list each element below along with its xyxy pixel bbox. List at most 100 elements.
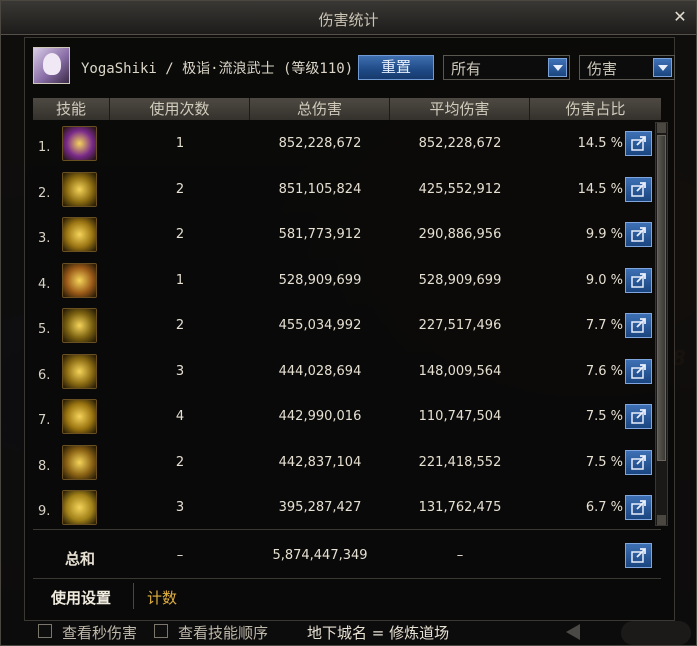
row-uses: 4 xyxy=(175,409,185,424)
scroll-up-icon[interactable] xyxy=(657,123,666,133)
table-row[interactable]: 4. 1 528,909,699 528,909,699 9.0 % xyxy=(33,259,653,305)
row-uses: 2 xyxy=(175,318,185,333)
row-rank: 2. xyxy=(38,185,51,201)
table-row[interactable]: 6. 3 444,028,694 148,009,564 7.6 % xyxy=(33,350,653,396)
total-label: 总和 xyxy=(65,550,96,568)
row-total-damage: 581,773,912 xyxy=(278,227,362,242)
purple-cast-skill-icon[interactable] xyxy=(62,126,97,161)
share-icon xyxy=(631,500,646,515)
scroll-down-icon[interactable] xyxy=(657,515,666,525)
palm-seal-skill-icon[interactable] xyxy=(62,444,97,480)
filter-dropdown[interactable]: 所有 xyxy=(443,55,570,80)
share-icon xyxy=(631,227,646,242)
row-average-damage: 290,886,956 xyxy=(418,227,502,242)
table-row[interactable]: 5. 2 455,034,992 227,517,496 7.7 % xyxy=(33,304,653,350)
table-row[interactable]: 1. 1 852,228,672 852,228,672 14.5 % xyxy=(33,122,653,168)
column-header-average[interactable]: 平均伤害 xyxy=(390,98,530,120)
share-row-button[interactable] xyxy=(625,176,652,202)
reset-button[interactable]: 重置 xyxy=(358,55,434,80)
chevron-down-icon[interactable] xyxy=(548,58,567,77)
row-damage-share: 7.7 % xyxy=(585,318,623,333)
bottom-tabs: 使用设置 计数 xyxy=(33,583,661,611)
share-row-button[interactable] xyxy=(625,404,652,429)
prev-arrow-icon[interactable] xyxy=(566,624,580,640)
column-header-uses[interactable]: 使用次数 xyxy=(110,98,250,120)
window-title: 伤害统计 xyxy=(318,11,379,29)
share-row-button[interactable] xyxy=(625,358,652,384)
skill-order-checkbox[interactable] xyxy=(154,624,168,638)
share-icon xyxy=(631,181,646,197)
share-icon xyxy=(631,409,646,424)
share-row-button[interactable] xyxy=(625,449,652,475)
row-damage-share: 14.5 % xyxy=(577,181,623,197)
player-name: YogaShiki / 极诣·流浪武士 (等级110) xyxy=(81,61,354,77)
orange-burst-skill-icon[interactable] xyxy=(62,262,97,298)
share-row-button[interactable] xyxy=(625,222,652,247)
total-average: – xyxy=(456,548,464,563)
row-rank: 4. xyxy=(38,276,51,292)
table-row[interactable]: 7. 4 442,990,016 110,747,504 7.5 % xyxy=(33,395,653,441)
metric-dropdown[interactable]: 伤害 xyxy=(579,55,675,80)
scroll-thumb[interactable] xyxy=(657,135,666,461)
row-rank: 5. xyxy=(38,322,51,337)
chevron-down-icon[interactable] xyxy=(653,58,672,77)
share-icon xyxy=(631,318,646,333)
share-row-button[interactable] xyxy=(625,131,652,156)
filter-dropdown-value: 所有 xyxy=(451,60,482,78)
dps-checkbox[interactable] xyxy=(38,624,52,638)
tab-separator xyxy=(133,583,134,609)
tab-settings[interactable]: 使用设置 xyxy=(51,587,111,608)
row-rank: 7. xyxy=(38,413,51,428)
gold-swirl-skill-icon[interactable] xyxy=(62,217,97,252)
cross-slash-skill-icon[interactable] xyxy=(62,308,97,343)
table-row[interactable]: 3. 2 581,773,912 290,886,956 9.9 % xyxy=(33,213,653,259)
row-average-damage: 528,909,699 xyxy=(418,272,502,288)
tab-count[interactable]: 计数 xyxy=(147,587,177,608)
table-row[interactable]: 9. 3 395,287,427 131,762,475 6.7 % xyxy=(33,486,653,532)
share-icon xyxy=(631,548,646,563)
title-bar[interactable]: 伤害统计 ✕ xyxy=(1,1,696,35)
total-uses: – xyxy=(176,548,184,563)
share-row-button[interactable] xyxy=(625,313,652,338)
share-icon xyxy=(631,363,646,379)
column-header-total[interactable]: 总伤害 xyxy=(250,98,390,120)
row-uses: 2 xyxy=(175,181,185,197)
table-row[interactable]: 8. 2 442,837,104 221,418,552 7.5 % xyxy=(33,441,653,487)
close-icon[interactable]: ✕ xyxy=(670,7,690,27)
gold-wave-skill-icon[interactable] xyxy=(62,353,97,389)
share-row-button[interactable] xyxy=(625,495,652,520)
row-rank: 8. xyxy=(38,458,51,474)
row-rank: 6. xyxy=(38,367,51,383)
dps-label[interactable]: 查看秒伤害 xyxy=(62,622,137,643)
row-total-damage: 455,034,992 xyxy=(278,318,362,333)
table-row[interactable]: 2. 2 851,105,824 425,552,912 14.5 % xyxy=(33,168,653,214)
skill-list: 1. 1 852,228,672 852,228,672 14.5 % 2. 2 851,10… xyxy=(33,122,653,532)
share-icon xyxy=(631,454,646,470)
share-total-button[interactable] xyxy=(625,543,652,568)
scrollbar[interactable] xyxy=(655,122,668,526)
spark-burst-skill-icon[interactable] xyxy=(62,399,97,434)
column-header-skill[interactable]: 技能 xyxy=(33,98,110,120)
share-icon xyxy=(631,272,646,288)
row-damage-share: 14.5 % xyxy=(577,136,623,151)
metric-dropdown-value: 伤害 xyxy=(587,60,618,78)
dungeon-name: 地下城名 = 修炼道场 xyxy=(307,624,450,642)
lotus-skill-icon[interactable] xyxy=(62,490,97,525)
share-row-button[interactable] xyxy=(625,267,652,293)
skill-order-label[interactable]: 查看技能顺序 xyxy=(178,622,268,643)
total-row: 总和 – 5,874,447,349 – xyxy=(33,536,653,576)
row-uses: 2 xyxy=(175,227,185,242)
row-uses: 3 xyxy=(175,363,185,379)
row-damage-share: 9.9 % xyxy=(585,227,623,242)
row-average-damage: 110,747,504 xyxy=(418,409,502,424)
row-total-damage: 444,028,694 xyxy=(278,363,362,379)
next-arrow-icon[interactable] xyxy=(621,621,691,645)
avatar xyxy=(33,47,70,84)
row-rank: 9. xyxy=(38,504,51,519)
row-damage-share: 6.7 % xyxy=(585,500,623,515)
row-average-damage: 227,517,496 xyxy=(418,318,502,333)
gold-slash-skill-icon[interactable] xyxy=(62,171,97,207)
column-header-share[interactable]: 伤害占比 xyxy=(530,98,661,120)
row-total-damage: 528,909,699 xyxy=(278,272,362,288)
row-damage-share: 7.5 % xyxy=(585,409,623,424)
